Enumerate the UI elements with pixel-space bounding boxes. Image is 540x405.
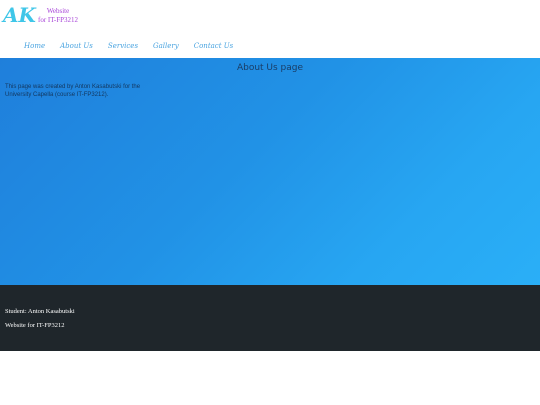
main-nav: Home About Us Services Gallery Contact U… bbox=[24, 40, 233, 52]
nav-link-about-us[interactable]: About Us bbox=[60, 41, 93, 51]
site-title-line1: Website bbox=[46, 7, 70, 15]
site-footer: Student: Anton Kasabutski Website for IT… bbox=[0, 285, 540, 351]
logo[interactable]: AK bbox=[3, 3, 36, 27]
main-content: About Us page This page was created by A… bbox=[0, 58, 540, 285]
page-title: About Us page bbox=[236, 63, 304, 73]
intro-text: This page was created by Anton Kasabutsk… bbox=[5, 84, 141, 98]
nav-link-services[interactable]: Services bbox=[108, 41, 138, 51]
site-header: AK Website for IT-FP3212 Home About Us S… bbox=[0, 0, 540, 58]
site-title-line2: for IT-FP3212 bbox=[38, 16, 78, 24]
nav-link-contact-us[interactable]: Contact Us bbox=[194, 41, 234, 51]
footer-website: Website for IT-FP3212 bbox=[5, 322, 65, 329]
nav-link-gallery[interactable]: Gallery bbox=[153, 41, 179, 51]
site-title: Website for IT-FP3212 bbox=[38, 7, 78, 25]
nav-link-home[interactable]: Home bbox=[24, 41, 45, 51]
footer-student: Student: Anton Kasabutski bbox=[5, 308, 75, 315]
